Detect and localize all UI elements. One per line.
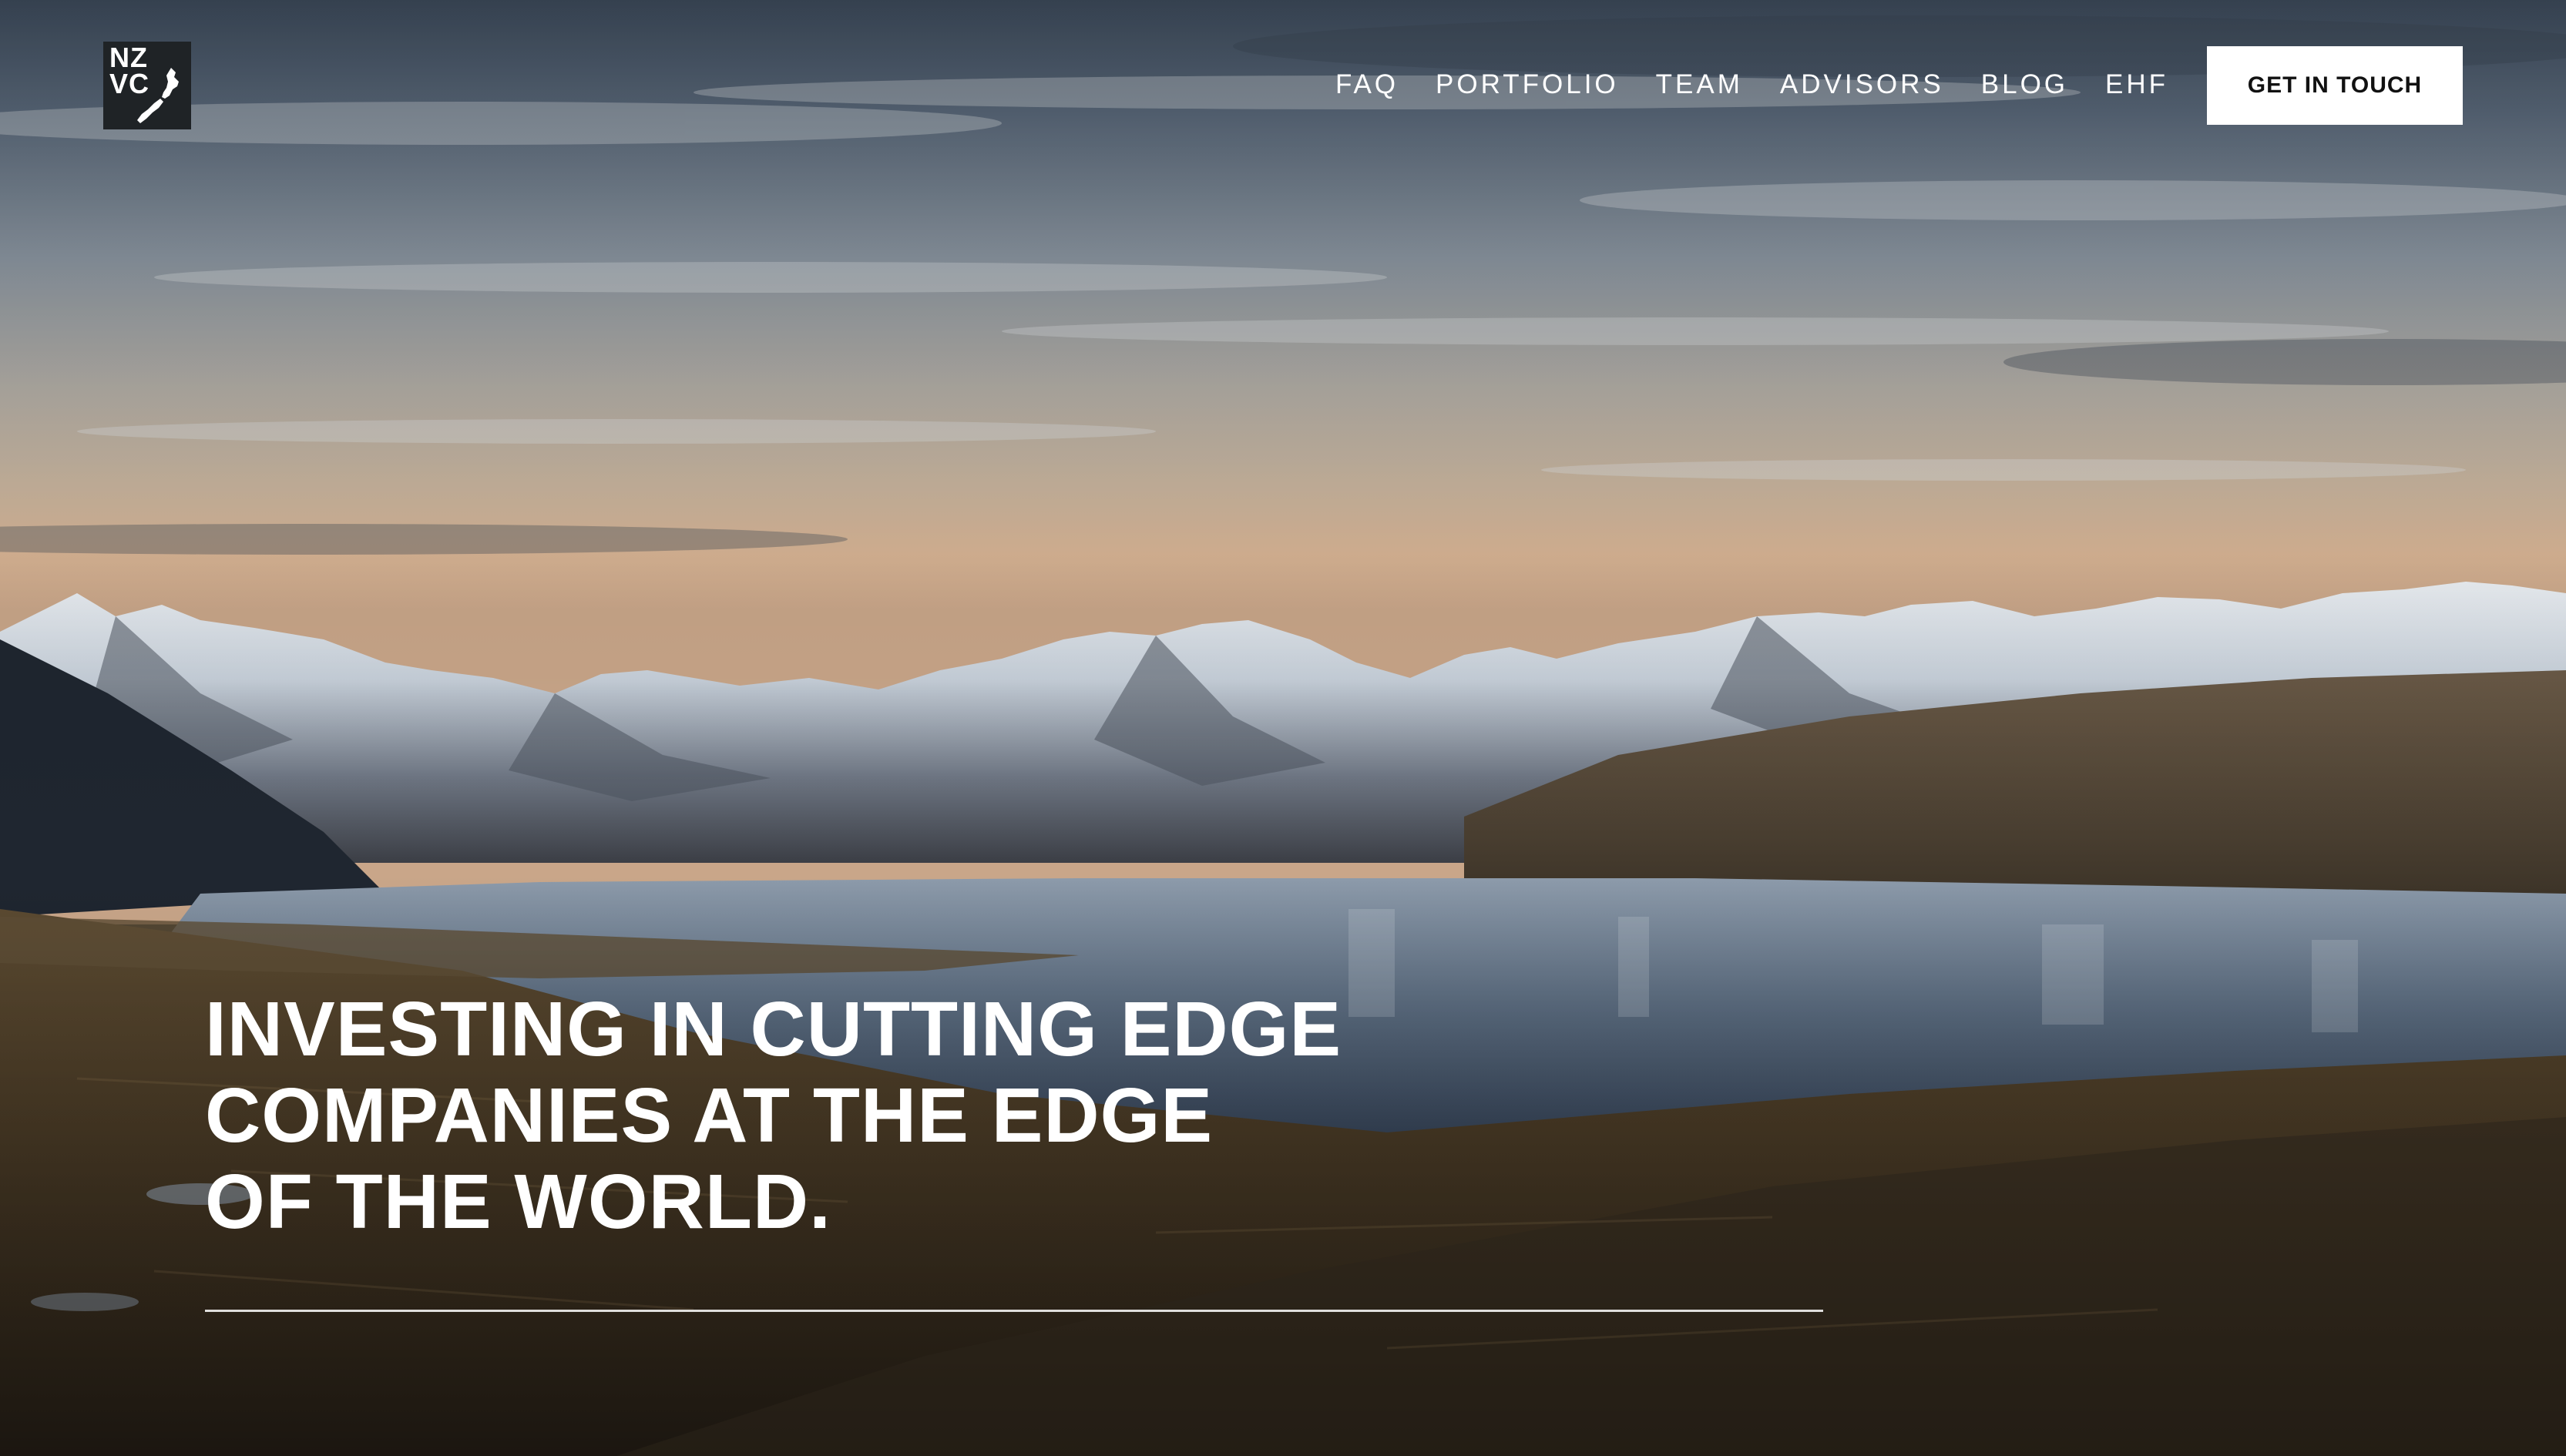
- nav-item-portfolio[interactable]: PORTFOLIO: [1436, 69, 1619, 100]
- site-header: NZ VC FAQ PORTFOLIO TEAM ADVISORS BLOG E…: [0, 0, 2566, 154]
- nzvc-logo[interactable]: NZ VC: [103, 42, 191, 129]
- hero-divider: [205, 1310, 1823, 1312]
- nav-item-ehf[interactable]: EHF: [2105, 69, 2168, 100]
- headline-line-1: INVESTING IN CUTTING EDGE: [205, 986, 1342, 1072]
- nav-item-advisors[interactable]: ADVISORS: [1780, 69, 1944, 100]
- nav-item-faq[interactable]: FAQ: [1335, 69, 1399, 100]
- nav-item-team[interactable]: TEAM: [1656, 69, 1743, 100]
- landing-page: NZ VC FAQ PORTFOLIO TEAM ADVISORS BLOG E…: [0, 0, 2566, 1456]
- main-nav: FAQ PORTFOLIO TEAM ADVISORS BLOG EHF: [1335, 66, 2168, 103]
- hero-headline: INVESTING IN CUTTING EDGE COMPANIES AT T…: [205, 986, 1900, 1245]
- headline-line-2: COMPANIES AT THE EDGE: [205, 1072, 1214, 1159]
- headline-line-3: OF THE WORLD.: [205, 1159, 831, 1245]
- nav-item-blog[interactable]: BLOG: [1981, 69, 2068, 100]
- get-in-touch-button[interactable]: GET IN TOUCH: [2207, 46, 2463, 125]
- new-zealand-map-icon: [137, 68, 179, 123]
